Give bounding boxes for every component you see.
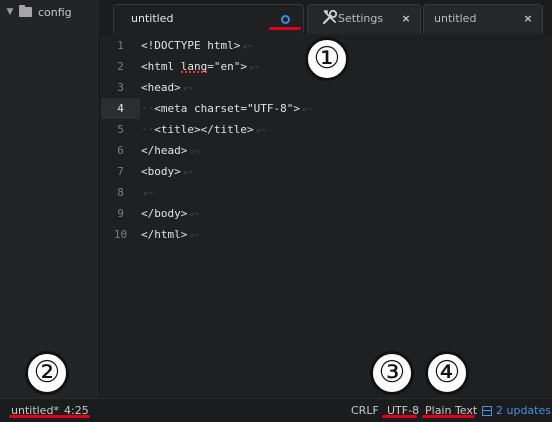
tree-view: ▼ config: [0, 0, 100, 398]
line-number: 2: [117, 60, 124, 73]
code-line[interactable]: </head> ¤¬: [141, 140, 552, 161]
tools-icon: [322, 9, 338, 25]
callout-2: ②: [25, 351, 69, 395]
eol-marker: ¤¬: [189, 147, 199, 156]
eol-marker: ¤¬: [182, 84, 193, 93]
status-updates[interactable]: 2 updates: [482, 404, 551, 417]
tab-bar: untitled Settings × untitled ×: [101, 0, 552, 34]
eol-marker: ¤¬: [248, 63, 259, 72]
close-icon[interactable]: ×: [522, 13, 534, 25]
eol-marker: ¤¬: [143, 189, 153, 198]
tab-label: untitled: [434, 12, 477, 25]
code-line[interactable]: ¤¬: [141, 182, 552, 203]
callout-3: ③: [370, 351, 414, 395]
code-text: <title></title>: [154, 123, 254, 136]
annotation-mark-file-cursor: [9, 415, 90, 418]
code-line[interactable]: <body> ¤¬: [141, 161, 552, 182]
line-number: 4: [101, 98, 140, 119]
code-text: </body>: [141, 207, 188, 220]
tab-label: Settings: [338, 12, 384, 25]
indent-guide: ··: [141, 123, 155, 136]
code-line[interactable]: <head> ¤¬: [141, 77, 552, 98]
code-text: </head>: [141, 144, 188, 157]
eol-marker: ¤¬: [189, 210, 199, 219]
line-number: 8: [117, 186, 124, 199]
code-text: <head>: [141, 81, 181, 94]
line-number: 1: [117, 39, 124, 52]
eol-marker: ¤¬: [242, 42, 252, 51]
indent-guide: ··: [141, 102, 155, 115]
code-line[interactable]: ··<title></title> ¤¬: [141, 119, 552, 140]
callout-4: ④: [425, 351, 469, 395]
modified-dot-icon[interactable]: [281, 15, 290, 24]
eol-marker: ¤¬: [182, 168, 193, 177]
line-number: 9: [117, 207, 124, 220]
eol-marker: ¤¬: [255, 126, 266, 135]
line-number: 5: [117, 123, 124, 136]
tab-untitled-2[interactable]: untitled ×: [423, 4, 543, 34]
status-line-ending[interactable]: CRLF: [351, 404, 379, 417]
code-line[interactable]: ··<meta charset="UTF-8"> ¤¬: [141, 98, 552, 119]
status-updates-label: 2 updates: [496, 404, 551, 417]
annotation-mark-encoding: [382, 415, 417, 418]
code-line[interactable]: </html> ¤¬: [141, 224, 552, 245]
tab-settings[interactable]: Settings ×: [307, 4, 421, 34]
folder-icon: [19, 5, 32, 17]
callout-1: ①: [305, 37, 349, 81]
code-line[interactable]: </body> ¤¬: [141, 203, 552, 224]
package-icon: [482, 405, 492, 416]
tree-root-config[interactable]: ▼ config: [4, 4, 72, 20]
line-number: 7: [117, 165, 124, 178]
code-text: <!DOCTYPE html>: [141, 39, 241, 52]
code-text: <meta charset="UTF-8">: [154, 102, 300, 115]
code-text: <body>: [141, 165, 181, 178]
chevron-down-icon[interactable]: ▼: [4, 7, 16, 17]
line-number: 3: [117, 81, 124, 94]
tab-label: untitled: [131, 12, 174, 25]
eol-marker: ¤¬: [189, 231, 199, 240]
status-bar: untitled* 4:25 CRLF UTF-8 Plain Text 2 u…: [0, 398, 552, 422]
annotation-mark-grammar: [422, 415, 475, 418]
line-number-gutter: 1 2 3 4 5 6 7 8 9 10: [101, 35, 140, 398]
close-icon[interactable]: ×: [400, 13, 412, 25]
annotation-mark-tab: [269, 27, 301, 30]
line-number: 10: [113, 228, 128, 241]
text-editor[interactable]: 1 2 3 4 5 6 7 8 9 10 <!DOCTYPE html> ¤¬ <html lang=…: [101, 35, 552, 398]
atom-editor-window: ▼ config untitled Settings × untitled × …: [0, 0, 552, 422]
tree-root-label: config: [38, 5, 72, 19]
eol-marker: ¤¬: [301, 105, 312, 114]
code-text: </html>: [141, 228, 188, 241]
spellcheck-underline: [180, 71, 208, 73]
line-number: 6: [117, 144, 124, 157]
